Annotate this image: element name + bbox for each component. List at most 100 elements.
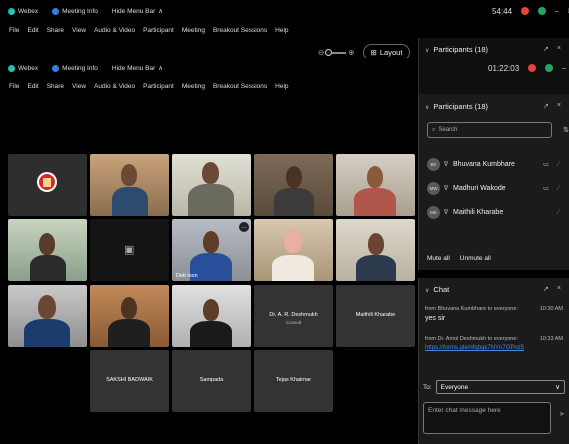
menu-view[interactable]: View xyxy=(72,27,86,34)
inner-menu-bar: File Edit Share View Audio & Video Parti… xyxy=(0,78,418,94)
hide-menu-bar-button[interactable]: Hide Menu Bar ∧ xyxy=(112,64,164,73)
menu-audio-video[interactable]: Audio & Video xyxy=(94,83,135,90)
participant-row[interactable]: BK ∇ Bhuvana Kumbhare ▭ ∕ xyxy=(419,152,569,176)
menu-share[interactable]: Share xyxy=(47,27,64,34)
audio-icon: ∇ xyxy=(444,185,449,192)
mic-muted-icon[interactable]: ∕ xyxy=(558,161,559,168)
video-tile-logo[interactable] xyxy=(8,154,87,216)
menu-share[interactable]: Share xyxy=(47,83,64,90)
video-tile-participant[interactable] xyxy=(8,285,87,347)
popout-icon[interactable]: ↗ xyxy=(543,285,549,293)
video-tile-name-only[interactable]: Sampada xyxy=(172,350,251,412)
zoom-out-icon[interactable]: ⊖ xyxy=(318,48,324,57)
menu-help[interactable]: Help xyxy=(275,83,288,90)
menu-audio-video[interactable]: Audio & Video xyxy=(94,27,135,34)
zoom-slider[interactable]: ⊖ ⊕ xyxy=(318,48,355,57)
video-tile-name-only[interactable]: Tejas Khairnar xyxy=(254,350,333,412)
video-tile-participant[interactable] xyxy=(172,285,251,347)
close-panel-icon[interactable]: × xyxy=(557,285,561,293)
video-tile-participant[interactable] xyxy=(336,154,415,216)
recording-icon xyxy=(528,64,537,72)
participant-row[interactable]: MK ∇ Maithili Kharabe ∕ xyxy=(419,200,569,224)
audio-icon: ∇ xyxy=(444,209,449,216)
chevron-up-icon: ∧ xyxy=(158,8,164,15)
chevron-up-icon: ∧ xyxy=(158,65,164,72)
chat-panel: ∨ Chat ↗ × from Bhuvana Kumbhare to everyo… xyxy=(418,278,569,444)
popout-icon[interactable]: ↗ xyxy=(543,45,549,53)
menu-meeting[interactable]: Meeting xyxy=(182,27,205,34)
search-placeholder: Search xyxy=(438,127,458,133)
video-tile-participant[interactable] xyxy=(90,285,169,347)
close-panel-icon[interactable]: × xyxy=(557,45,561,53)
popout-icon[interactable]: ↗ xyxy=(543,102,549,110)
layout-label: Layout xyxy=(379,48,403,57)
menu-breakout-sessions[interactable]: Breakout Sessions xyxy=(213,83,267,90)
inner-title-bar: Webex Meeting Info Hide Menu Bar ∧ xyxy=(0,58,418,78)
meeting-info-button[interactable]: Meeting Info xyxy=(52,64,98,72)
video-icon[interactable]: ▭ xyxy=(543,161,549,168)
chat-input[interactable]: Enter chat message here xyxy=(423,402,551,434)
menu-file[interactable]: File xyxy=(9,27,19,34)
mic-muted-icon[interactable]: ∕ xyxy=(558,185,559,192)
minimize-button[interactable]: – xyxy=(562,65,566,72)
menu-meeting[interactable]: Meeting xyxy=(182,83,205,90)
webex-app-menu[interactable]: Webex xyxy=(8,7,38,15)
send-icon[interactable]: ➤ xyxy=(559,410,565,418)
video-tile-name-only[interactable]: Maithili Kharabe xyxy=(336,285,415,347)
zoom-in-icon[interactable]: ⊕ xyxy=(348,48,354,57)
video-tile-participant[interactable] xyxy=(172,154,251,216)
recipient-select[interactable]: Everyone ∨ xyxy=(435,380,565,394)
participant-name-label: Tejas Khairnar xyxy=(275,377,312,383)
hide-menu-bar-button[interactable]: Hide Menu Bar ∧ xyxy=(112,7,164,16)
more-options-icon[interactable]: … xyxy=(239,222,249,232)
search-icon: ⌕ xyxy=(432,126,436,133)
minimize-button[interactable]: – xyxy=(555,8,559,15)
participant-row[interactable]: MW ∇ Madhuri Wakode ▭ ∕ xyxy=(419,176,569,200)
connection-icon xyxy=(538,7,547,15)
unmute-all-button[interactable]: Unmute all xyxy=(460,255,491,262)
menu-edit[interactable]: Edit xyxy=(27,83,38,90)
meeting-info-button[interactable]: Meeting Info xyxy=(52,7,98,15)
menu-bar: File Edit Share View Audio & Video Parti… xyxy=(0,22,569,38)
video-tile-participant[interactable] xyxy=(90,154,169,216)
meeting-info-label: Meeting Info xyxy=(62,64,98,72)
message-link[interactable]: https://forms.gle/nfqbgk7NYn7GPnz5 xyxy=(425,345,563,351)
video-tile-participant[interactable] xyxy=(254,154,333,216)
participant-name-label: Maithili Kharabe xyxy=(355,312,396,318)
participant-list: BK ∇ Bhuvana Kumbhare ▭ ∕ MW ∇ Madhuri W… xyxy=(419,152,569,224)
institution-logo-icon xyxy=(37,172,57,192)
chevron-down-icon[interactable]: ∨ xyxy=(425,288,429,294)
video-tile-name-only[interactable]: Dr. A. R. Deshmukh Consult xyxy=(254,285,333,347)
app-name: Webex xyxy=(18,64,39,72)
avatar: MW xyxy=(427,181,440,195)
webex-app-menu[interactable]: Webex xyxy=(8,64,39,72)
message-time: 10:33 AM xyxy=(539,336,563,342)
menu-file[interactable]: File xyxy=(9,83,19,90)
menu-participant[interactable]: Participant xyxy=(143,27,174,34)
chevron-down-icon[interactable]: ∨ xyxy=(425,105,429,111)
video-tile-participant[interactable] xyxy=(254,219,333,281)
mic-muted-icon[interactable]: ∕ xyxy=(558,209,559,216)
chevron-down-icon[interactable]: ∨ xyxy=(425,48,429,54)
layout-grid-icon: ⊞ xyxy=(370,48,377,57)
participant-name: Madhuri Wakode xyxy=(453,184,506,192)
mute-all-button[interactable]: Mute all xyxy=(427,255,450,262)
menu-participant[interactable]: Participant xyxy=(143,83,174,90)
video-tile-name-only[interactable]: SAKSHI BADWAIK xyxy=(90,350,169,412)
participant-name-label: SAKSHI BADWAIK xyxy=(106,377,153,383)
close-panel-icon[interactable]: × xyxy=(557,102,561,110)
inner-meeting-timer: 01:22:03 xyxy=(488,63,520,73)
menu-edit[interactable]: Edit xyxy=(27,27,38,34)
menu-help[interactable]: Help xyxy=(275,27,288,34)
video-tile-camera-off[interactable]: ▣ xyxy=(90,219,169,281)
menu-view[interactable]: View xyxy=(72,83,86,90)
recipient-value: Everyone xyxy=(440,383,469,391)
video-icon[interactable]: ▭ xyxy=(543,185,549,192)
menu-breakout-sessions[interactable]: Breakout Sessions xyxy=(213,27,267,34)
video-tile-participant[interactable] xyxy=(336,219,415,281)
video-tile-participant[interactable] xyxy=(8,219,87,281)
video-tile-participant[interactable]: … Deti Ison xyxy=(172,219,251,281)
sort-icon[interactable]: ⇅ xyxy=(563,126,569,134)
participant-search-input[interactable]: ⌕ Search xyxy=(427,122,553,138)
chat-message-list: from Bhuvana Kumbhare to everyone: 10:30… xyxy=(419,300,569,351)
